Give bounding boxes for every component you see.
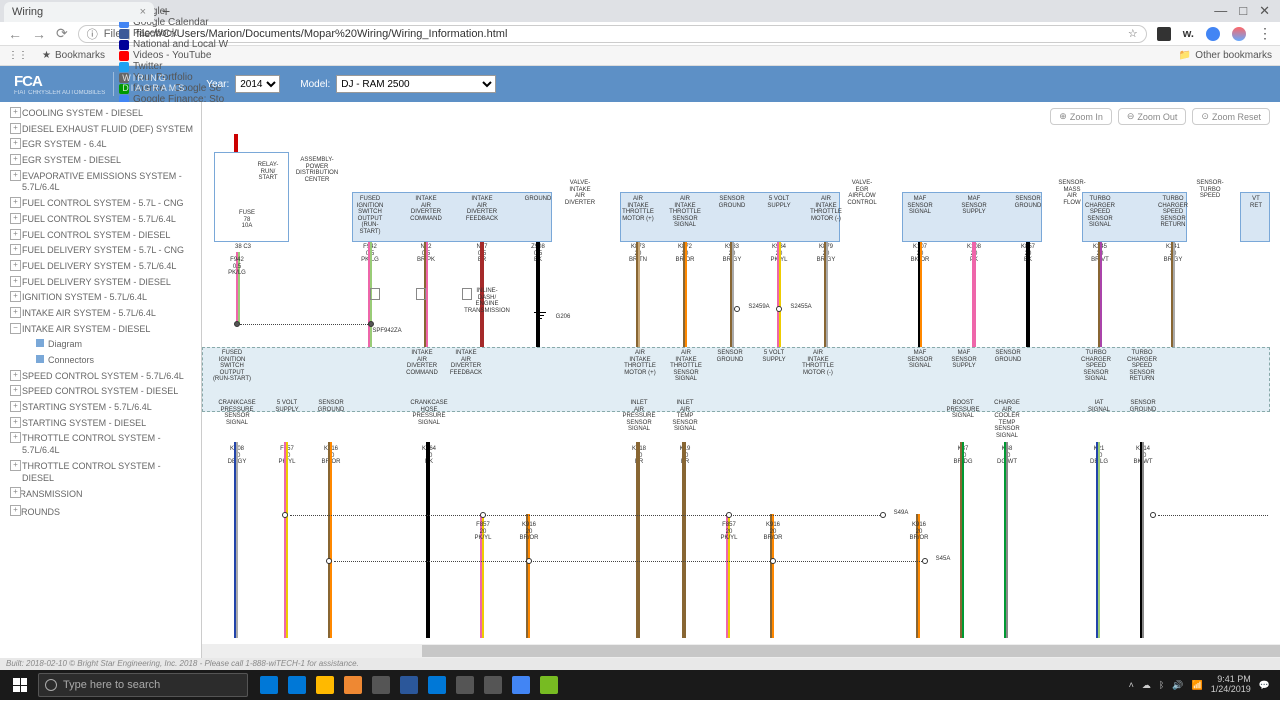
tree-item[interactable]: EGR SYSTEM - 6.4L: [0, 137, 201, 153]
tree-category[interactable]: TRANSMISSION: [0, 486, 201, 504]
tree-item[interactable]: DIESEL EXHAUST FLUID (DEF) SYSTEM: [0, 122, 201, 138]
tree-sidebar[interactable]: COOLING SYSTEM - DIESELDIESEL EXHAUST FL…: [0, 102, 202, 658]
maximize-icon[interactable]: □: [1239, 3, 1247, 19]
tree-leaf[interactable]: Connectors: [0, 353, 201, 369]
tree-item[interactable]: COOLING SYSTEM - DIESEL: [0, 106, 201, 122]
tree-item[interactable]: STARTING SYSTEM - DIESEL: [0, 416, 201, 432]
other-bookmarks[interactable]: 📁Other bookmarks: [1179, 50, 1272, 61]
taskbar-app-icon[interactable]: [368, 672, 394, 698]
profile-icon[interactable]: [1232, 27, 1246, 41]
tray-cloud-icon[interactable]: ☁: [1142, 680, 1151, 691]
ext-icon-3[interactable]: [1206, 27, 1220, 41]
browser-tab[interactable]: Wiring ×: [4, 2, 154, 22]
tree-item[interactable]: EGR SYSTEM - DIESEL: [0, 153, 201, 169]
tree-item[interactable]: INTAKE AIR SYSTEM - 5.7L/6.4L: [0, 306, 201, 322]
tree-item[interactable]: FUEL CONTROL SYSTEM - DIESEL: [0, 228, 201, 244]
horizontal-scrollbar[interactable]: [202, 644, 1280, 658]
ext-icon-1[interactable]: [1157, 27, 1171, 41]
close-window-icon[interactable]: ✕: [1259, 3, 1270, 19]
cortana-icon: [45, 679, 57, 691]
tree-item[interactable]: SPEED CONTROL SYSTEM - 5.7L/6.4L: [0, 369, 201, 385]
taskbar-app-icon[interactable]: [480, 672, 506, 698]
zoom-out-button[interactable]: ⊖ Zoom Out: [1118, 108, 1187, 125]
footer-status: Built: 2018-02-10 © Bright Star Engineer…: [0, 658, 1280, 670]
tree-item[interactable]: IGNITION SYSTEM - 5.7L/6.4L: [0, 290, 201, 306]
system-tray[interactable]: ˄ ☁ ᛒ 🔊 📶 9:41 PM 1/24/2019 💬: [1129, 675, 1276, 695]
taskbar-app-icon[interactable]: [536, 672, 562, 698]
tree-item[interactable]: THROTTLE CONTROL SYSTEM - 5.7L/6.4L: [0, 431, 201, 458]
clock-date: 1/24/2019: [1211, 685, 1251, 695]
apps-icon[interactable]: ⋮⋮: [8, 50, 28, 61]
close-icon[interactable]: ×: [140, 6, 146, 18]
zoom-reset-button[interactable]: ⊙ Zoom Reset: [1192, 108, 1270, 125]
diagram-canvas[interactable]: ⊕ Zoom In ⊖ Zoom Out ⊙ Zoom Reset ASSEMB…: [202, 102, 1280, 658]
tree-item-expanded[interactable]: INTAKE AIR SYSTEM - DIESEL: [0, 322, 201, 338]
windows-taskbar: Type here to search ˄ ☁ ᛒ 🔊 📶 9:41 PM 1/…: [0, 670, 1280, 700]
tray-up-icon[interactable]: ˄: [1129, 680, 1134, 690]
taskbar-app-icon[interactable]: [508, 672, 534, 698]
address-bar[interactable]: ⓘ File | file:///C:/Users/Marion/Documen…: [78, 25, 1147, 43]
taskbar-app-icon[interactable]: [452, 672, 478, 698]
taskbar-app-icon[interactable]: [424, 672, 450, 698]
model-label: Model:: [300, 79, 330, 90]
tab-title: Wiring: [12, 6, 43, 18]
bookmark[interactable]: Facebook: [119, 28, 228, 39]
year-label: Year:: [206, 79, 229, 90]
back-icon[interactable]: ←: [8, 26, 22, 42]
year-select[interactable]: 2014: [235, 75, 280, 93]
tree-leaf[interactable]: Diagram: [0, 337, 201, 353]
bookmark[interactable]: Videos - YouTube: [119, 50, 228, 61]
bookmark[interactable]: National and Local W: [119, 39, 228, 50]
logo: FCA FIAT CHRYSLER AUTOMOBILES WIRINGDIAG…: [14, 72, 186, 96]
minimize-icon[interactable]: —: [1214, 3, 1227, 19]
menu-icon[interactable]: ⋮: [1258, 25, 1272, 42]
model-select[interactable]: DJ - RAM 2500: [336, 75, 496, 93]
taskbar-app-icon[interactable]: [396, 672, 422, 698]
tree-item[interactable]: THROTTLE CONTROL SYSTEM - DIESEL: [0, 459, 201, 486]
reload-icon[interactable]: ⟳: [56, 25, 68, 42]
taskbar-search[interactable]: Type here to search: [38, 673, 248, 697]
tree-item[interactable]: FUEL CONTROL SYSTEM - 5.7L/6.4L: [0, 212, 201, 228]
start-button[interactable]: [4, 670, 36, 700]
zoom-in-button[interactable]: ⊕ Zoom In: [1050, 108, 1112, 125]
file-icon: ⓘ: [87, 26, 98, 42]
star-icon[interactable]: ☆: [1128, 27, 1138, 40]
forward-icon[interactable]: →: [32, 26, 46, 42]
tree-item[interactable]: EVAPORATIVE EMISSIONS SYSTEM - 5.7L/6.4L: [0, 169, 201, 196]
tree-item[interactable]: FUEL CONTROL SYSTEM - 5.7L - CNG: [0, 196, 201, 212]
tree-item[interactable]: FUEL DELIVERY SYSTEM - 5.7L/6.4L: [0, 259, 201, 275]
tray-vol-icon[interactable]: 🔊: [1172, 680, 1183, 691]
tray-wifi-icon[interactable]: 📶: [1192, 680, 1203, 691]
bookmarks-bar: ⋮⋮ ★Bookmarks Google Google Calendar Fac…: [0, 46, 1280, 66]
tree-item[interactable]: FUEL DELIVERY SYSTEM - DIESEL: [0, 275, 201, 291]
taskbar-app-icon[interactable]: [256, 672, 282, 698]
tree-category[interactable]: GROUNDS: [0, 504, 201, 522]
taskbar-app-icon[interactable]: [312, 672, 338, 698]
taskbar-app-icon[interactable]: [340, 672, 366, 698]
tray-bt-icon[interactable]: ᛒ: [1159, 680, 1164, 690]
taskbar-app-icon[interactable]: [284, 672, 310, 698]
tree-item[interactable]: STARTING SYSTEM - 5.7L/6.4L: [0, 400, 201, 416]
tree-item[interactable]: FUEL DELIVERY SYSTEM - 5.7L - CNG: [0, 243, 201, 259]
notif-icon[interactable]: 💬: [1259, 680, 1270, 691]
tree-item[interactable]: SPEED CONTROL SYSTEM - DIESEL: [0, 384, 201, 400]
ext-icon-2[interactable]: w.: [1183, 28, 1194, 40]
bookmark[interactable]: Twitter: [119, 61, 228, 72]
star-icon: ★: [42, 50, 51, 61]
bookmark[interactable]: ★Bookmarks: [42, 50, 105, 61]
